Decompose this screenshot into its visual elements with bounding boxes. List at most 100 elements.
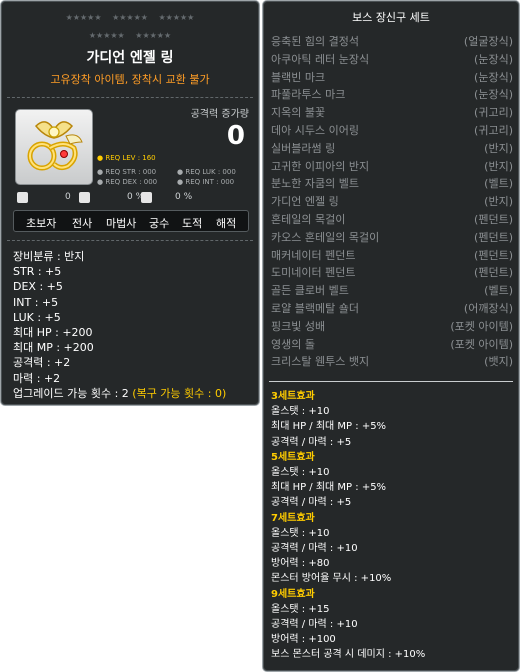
set-item-category: (펜던트) <box>474 212 513 226</box>
set-item: 데아 시두스 이어링 (귀고리) <box>271 120 513 138</box>
set-item-category: (귀고리) <box>474 106 513 120</box>
set-effect-line: 최대 HP / 최대 MP : +5% <box>271 482 387 494</box>
set-effect-line: 최대 HP / 최대 MP : +5% <box>271 421 387 433</box>
set-item: 도미네이터 펜던트 (펜던트) <box>271 262 513 280</box>
set-item-name: 영생의 돌 <box>271 337 315 351</box>
flag-value: 0 <box>65 192 71 202</box>
set-effect-title: 5세트효과 <box>271 451 315 463</box>
set-item-category: (벨트) <box>484 284 513 298</box>
stat-line: STR : +5 <box>13 265 62 279</box>
guardian-angel-ring-icon <box>27 121 83 171</box>
set-effect-line: 올스탯 : +10 <box>271 527 330 539</box>
set-item-name: 골든 클로버 벨트 <box>271 284 349 298</box>
set-item-category: (반지) <box>484 141 513 155</box>
set-item-category: (펜던트) <box>474 248 513 262</box>
set-item: 분노한 자쿰의 벨트 (벨트) <box>271 173 513 191</box>
set-item-name: 카오스 혼테일의 목걸이 <box>271 230 380 244</box>
set-item-name: 실버블라썸 링 <box>271 141 336 155</box>
set-item-category: (뱃지) <box>484 355 513 369</box>
scissors-icon <box>17 192 28 203</box>
star-force-row-2: ★★★★★ ★★★★★ <box>1 31 259 40</box>
set-effect-line: 보스 몬스터 공격 시 데미지 : +10% <box>271 649 426 661</box>
set-effect-line: 공격력 / 마력 : +5 <box>271 497 352 509</box>
job-pirate: 해적 <box>216 217 237 230</box>
divider <box>7 240 253 241</box>
set-effects: 3세트효과 올스탯 : +10 최대 HP / 최대 MP : +5% 공격력 … <box>271 389 513 663</box>
set-effect-title: 9세트효과 <box>271 588 315 600</box>
set-item-category: (눈장식) <box>474 70 513 84</box>
set-item-name: 도미네이터 펜던트 <box>271 266 356 280</box>
set-item: 핑크빛 성배 (포켓 아이템) <box>271 316 513 334</box>
set-item-category: (벨트) <box>484 177 513 191</box>
set-item-category: (반지) <box>484 195 513 209</box>
set-item-category: (눈장식) <box>474 88 513 102</box>
divider <box>7 97 253 98</box>
job-requirements: 초보자 전사 마법사 궁수 도적 해적 <box>13 210 249 232</box>
item-icon-frame <box>15 109 93 185</box>
set-item: 가디언 엔젤 링 (반지) <box>271 191 513 209</box>
job-warrior: 전사 <box>72 217 93 230</box>
set-item: 영생의 돌 (포켓 아이템) <box>271 334 513 352</box>
stat-line: 최대 MP : +200 <box>13 341 94 355</box>
set-effect-title: 3세트효과 <box>271 391 315 402</box>
required-str: ● REQ STR : 000 <box>97 168 157 176</box>
stat-line: 최대 HP : +200 <box>13 326 93 340</box>
set-effect-line: 방어력 : +80 <box>271 558 330 570</box>
set-item-list: 응축된 힘의 결정석 (얼굴장식) 아쿠아틱 레터 눈장식 (눈장식) 블랙빈 마크… <box>271 31 513 369</box>
star-group: ★★★★★ <box>88 31 125 40</box>
set-effect-line: 올스탯 : +10 <box>271 467 330 479</box>
job-magician: 마법사 <box>106 217 137 230</box>
required-level: ● REQ LEV : 160 <box>97 154 156 162</box>
shield-icon <box>141 192 152 203</box>
set-item-category: (포켓 아이템) <box>450 337 513 351</box>
stat-line: 공격력 : +2 <box>13 356 71 370</box>
set-title: 보스 장신구 세트 <box>352 11 430 24</box>
set-item-name: 파풀라투스 마크 <box>271 88 346 102</box>
set-effect-line: 방어력 : +100 <box>271 634 336 646</box>
required-int: ● REQ INT : 000 <box>177 178 235 186</box>
set-item-name: 고귀한 이피아의 반지 <box>271 159 370 173</box>
star-group: ★★★★★ <box>158 13 195 22</box>
set-item-category: (눈장식) <box>474 52 513 66</box>
stat-line: 장비분류 : 반지 <box>13 250 85 263</box>
set-item: 크리스탈 웬투스 뱃지 (뱃지) <box>271 351 513 369</box>
stat-line: 마력 : +2 <box>13 371 61 385</box>
recover-count: (복구 가능 횟수 : 0) <box>132 386 227 400</box>
set-item-name: 혼테일의 목걸이 <box>271 212 346 226</box>
set-item: 응축된 힘의 결정석 (얼굴장식) <box>271 31 513 49</box>
set-item: 파풀라투스 마크 (눈장식) <box>271 84 513 102</box>
set-item-name: 지옥의 불꽃 <box>271 106 326 120</box>
set-item-name: 응축된 힘의 결정석 <box>271 35 359 48</box>
set-item-name: 데아 시두스 이어링 <box>271 123 359 137</box>
set-item-category: (펜던트) <box>474 230 513 244</box>
star-force-row-1: ★★★★★ ★★★★★ ★★★★★ <box>1 13 259 22</box>
divider <box>269 381 513 382</box>
set-item-name: 아쿠아틱 레터 눈장식 <box>271 52 370 66</box>
required-dex: ● REQ DEX : 000 <box>97 178 158 186</box>
flag-value: 0 % <box>175 192 193 202</box>
set-tooltip: 보스 장신구 세트 응축된 힘의 결정석 (얼굴장식) 아쿠아틱 레터 눈장식 (눈… <box>262 0 520 672</box>
set-effect-line: 공격력 / 마력 : +10 <box>271 543 358 555</box>
set-effect-title: 7세트효과 <box>271 512 315 524</box>
job-beginner: 초보자 <box>26 217 57 230</box>
set-effect-line: 올스탯 : +10 <box>271 406 330 418</box>
set-item-category: (펜던트) <box>474 266 513 280</box>
set-item-category: (포켓 아이템) <box>450 319 513 333</box>
set-item: 혼테일의 목걸이 (펜던트) <box>271 209 513 227</box>
set-item: 실버블라썸 링 (반지) <box>271 138 513 156</box>
set-effect-line: 공격력 / 마력 : +5 <box>271 436 352 448</box>
stat-line: INT : +5 <box>13 295 59 309</box>
set-item-name: 블랙빈 마크 <box>271 70 326 84</box>
set-item-category: (얼굴장식) <box>463 35 513 48</box>
set-item-name: 분노한 자쿰의 벨트 <box>271 177 359 191</box>
set-item-name: 가디언 엔젤 링 <box>271 195 339 209</box>
stat-line: LUK : +5 <box>13 310 61 324</box>
set-item: 카오스 혼테일의 목걸이 (펜던트) <box>271 227 513 245</box>
set-item-category: (반지) <box>484 159 513 173</box>
set-item-category: (어깨장식) <box>463 301 513 315</box>
set-item-name: 크리스탈 웬투스 뱃지 <box>271 355 370 369</box>
job-archer: 궁수 <box>149 217 170 230</box>
set-item: 골든 클로버 벨트 (벨트) <box>271 280 513 298</box>
set-item: 지옥의 불꽃 (귀고리) <box>271 102 513 120</box>
set-item: 아쿠아틱 레터 눈장식 (눈장식) <box>271 49 513 67</box>
